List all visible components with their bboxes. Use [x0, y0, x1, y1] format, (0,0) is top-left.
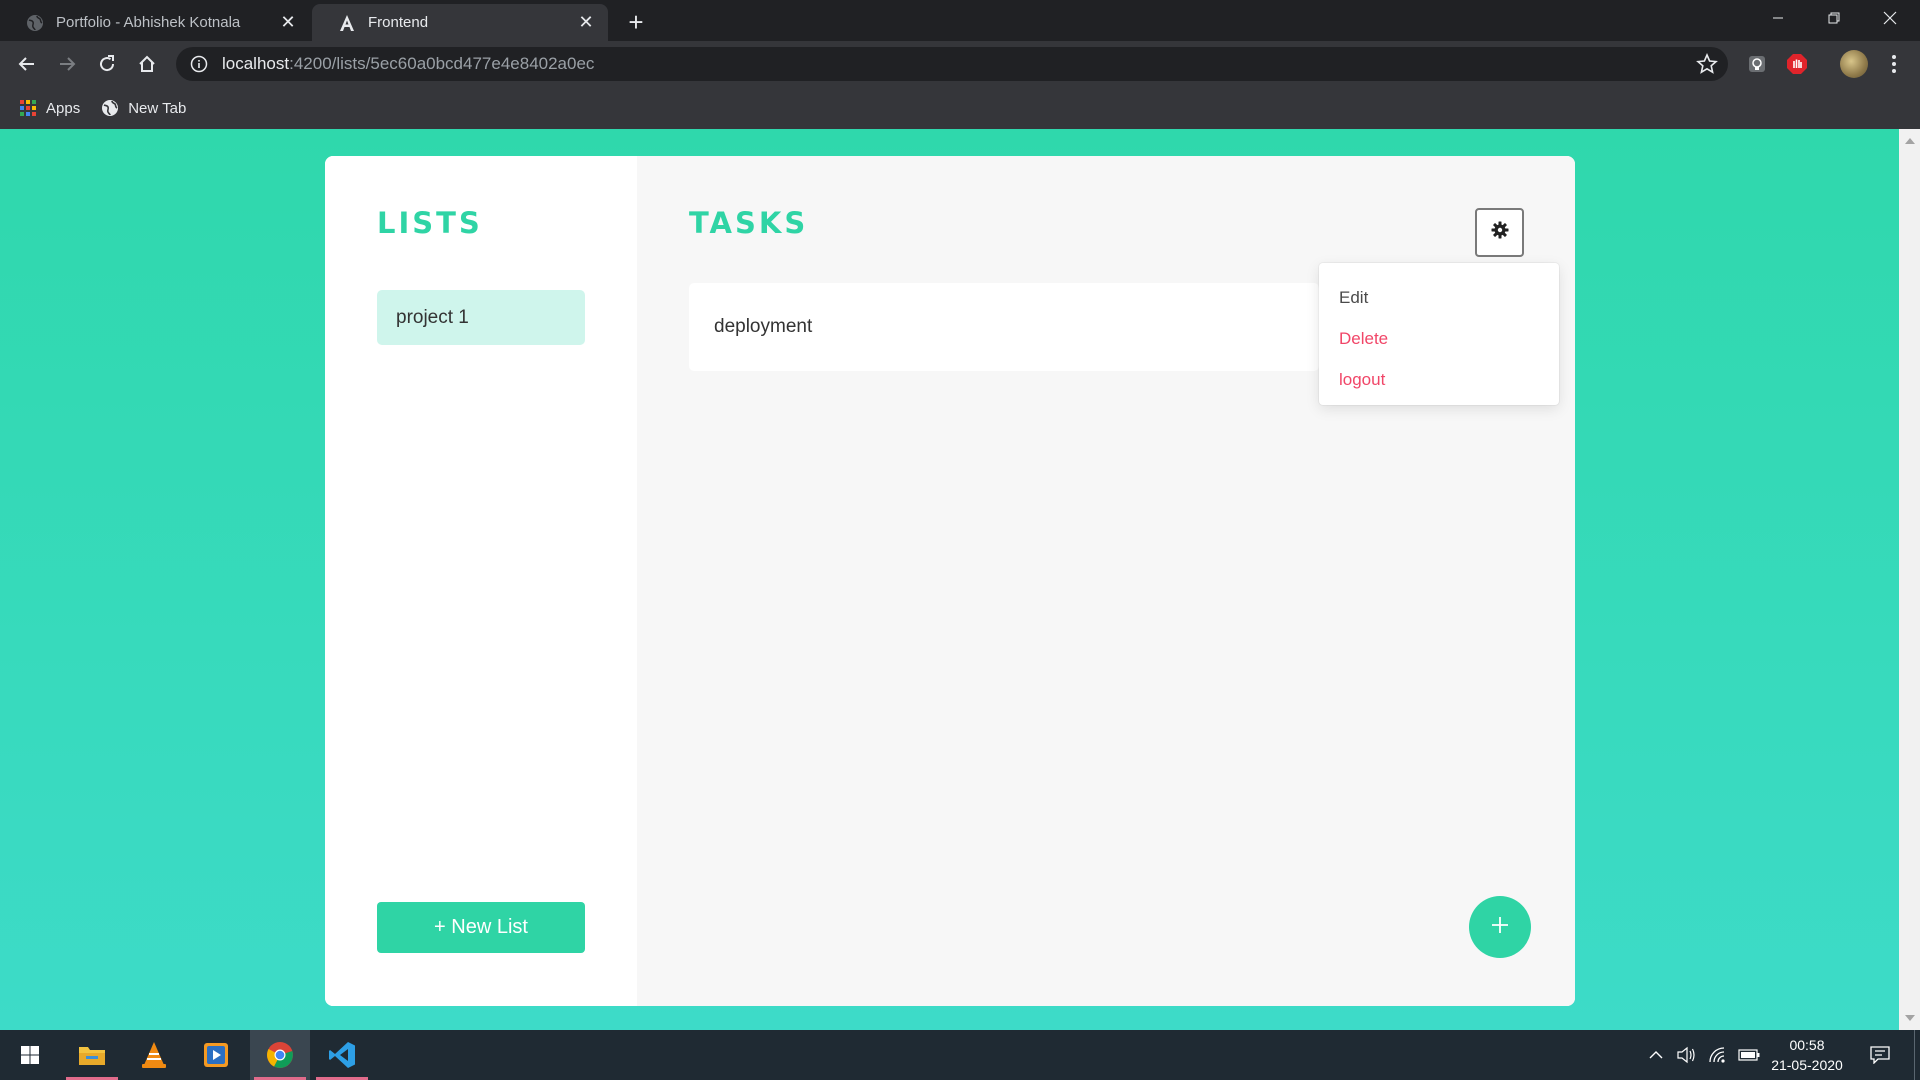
file-explorer-icon[interactable] [62, 1030, 122, 1080]
angular-icon [338, 14, 356, 32]
new-tab-button[interactable]: + [622, 7, 650, 37]
bookmark-label: Apps [46, 99, 81, 117]
menu-item-edit[interactable]: Edit [1319, 277, 1559, 318]
info-icon[interactable] [188, 53, 210, 75]
wifi-icon[interactable] [1704, 1030, 1732, 1080]
menu-item-logout[interactable]: logout [1319, 359, 1559, 400]
bookmark-new-tab[interactable]: New Tab [100, 98, 186, 118]
apps-grid-icon [18, 98, 38, 118]
task-manager-card: LISTS project 1 + New List TASKS deploym… [325, 156, 1575, 1006]
gear-icon [1491, 221, 1509, 244]
tab-title: Frontend [368, 14, 429, 31]
back-arrow-icon[interactable] [11, 48, 43, 80]
bookmarks-bar: Apps New Tab [0, 87, 1920, 129]
vlc-icon[interactable] [124, 1030, 184, 1080]
tab-frontend[interactable]: Frontend ✕ [312, 4, 608, 41]
avatar[interactable] [1840, 50, 1868, 78]
bookmark-apps[interactable]: Apps [18, 98, 80, 118]
close-icon[interactable]: ✕ [576, 12, 596, 33]
scroll-down-arrow-icon[interactable] [1905, 1015, 1915, 1021]
scroll-up-arrow-icon[interactable] [1905, 138, 1915, 144]
tasks-panel: TASKS deployment Edit Delete logout [637, 156, 1575, 1006]
plus-icon [1490, 915, 1510, 940]
volume-icon[interactable] [1672, 1030, 1700, 1080]
globe-icon [100, 98, 120, 118]
settings-button[interactable] [1475, 208, 1524, 257]
menu-item-delete[interactable]: Delete [1319, 318, 1559, 359]
chevron-up-icon[interactable] [1644, 1030, 1668, 1080]
lists-sidebar: LISTS project 1 + New List [325, 156, 637, 1006]
windows-taskbar: 00:58 21-05-2020 [0, 1030, 1920, 1080]
tasks-heading: TASKS [689, 206, 809, 240]
url-text: localhost:4200/lists/5ec60a0bcd477e4e840… [222, 54, 595, 73]
battery-icon[interactable] [1736, 1030, 1762, 1080]
clock-time: 00:58 [1789, 1037, 1825, 1053]
minimize-icon[interactable] [1750, 0, 1806, 36]
new-list-button[interactable]: + New List [377, 902, 585, 953]
lists-heading: LISTS [377, 206, 483, 240]
bookmark-star-icon[interactable] [1696, 52, 1718, 75]
show-desktop-button[interactable] [1914, 1030, 1920, 1080]
media-player-icon[interactable] [186, 1030, 246, 1080]
extension-bulb-icon[interactable] [1744, 51, 1770, 77]
vscode-icon[interactable] [312, 1030, 372, 1080]
bookmark-label: New Tab [128, 99, 187, 117]
adblock-icon[interactable] [1784, 51, 1810, 77]
system-clock[interactable]: 00:58 21-05-2020 [1760, 1035, 1854, 1075]
close-icon[interactable]: ✕ [278, 12, 298, 33]
home-icon[interactable] [131, 48, 163, 80]
reload-icon[interactable] [91, 48, 123, 80]
settings-dropdown-menu: Edit Delete logout [1319, 263, 1559, 405]
tab-title: Portfolio - Abhishek Kotnala [56, 14, 241, 31]
browser-toolbar: localhost:4200/lists/5ec60a0bcd477e4e840… [0, 41, 1920, 87]
window-close-icon[interactable] [1862, 0, 1918, 36]
notifications-icon[interactable] [1862, 1030, 1898, 1080]
add-task-button[interactable] [1469, 896, 1531, 958]
clock-date: 21-05-2020 [1771, 1057, 1843, 1073]
chrome-icon[interactable] [250, 1030, 310, 1080]
forward-arrow-icon[interactable] [51, 48, 83, 80]
task-item[interactable]: deployment [689, 283, 1319, 371]
restore-icon[interactable] [1806, 0, 1862, 36]
page-viewport: LISTS project 1 + New List TASKS deploym… [0, 129, 1899, 1030]
globe-icon [26, 14, 44, 32]
browser-tabstrip: Portfolio - Abhishek Kotnala ✕ Frontend … [0, 0, 1920, 41]
more-menu-icon[interactable] [1884, 51, 1904, 77]
address-bar[interactable]: localhost:4200/lists/5ec60a0bcd477e4e840… [176, 47, 1728, 81]
windows-start-icon[interactable] [0, 1030, 60, 1080]
tab-portfolio[interactable]: Portfolio - Abhishek Kotnala ✕ [0, 4, 310, 41]
list-item[interactable]: project 1 [377, 290, 585, 345]
page-scrollbar[interactable] [1899, 129, 1920, 1030]
